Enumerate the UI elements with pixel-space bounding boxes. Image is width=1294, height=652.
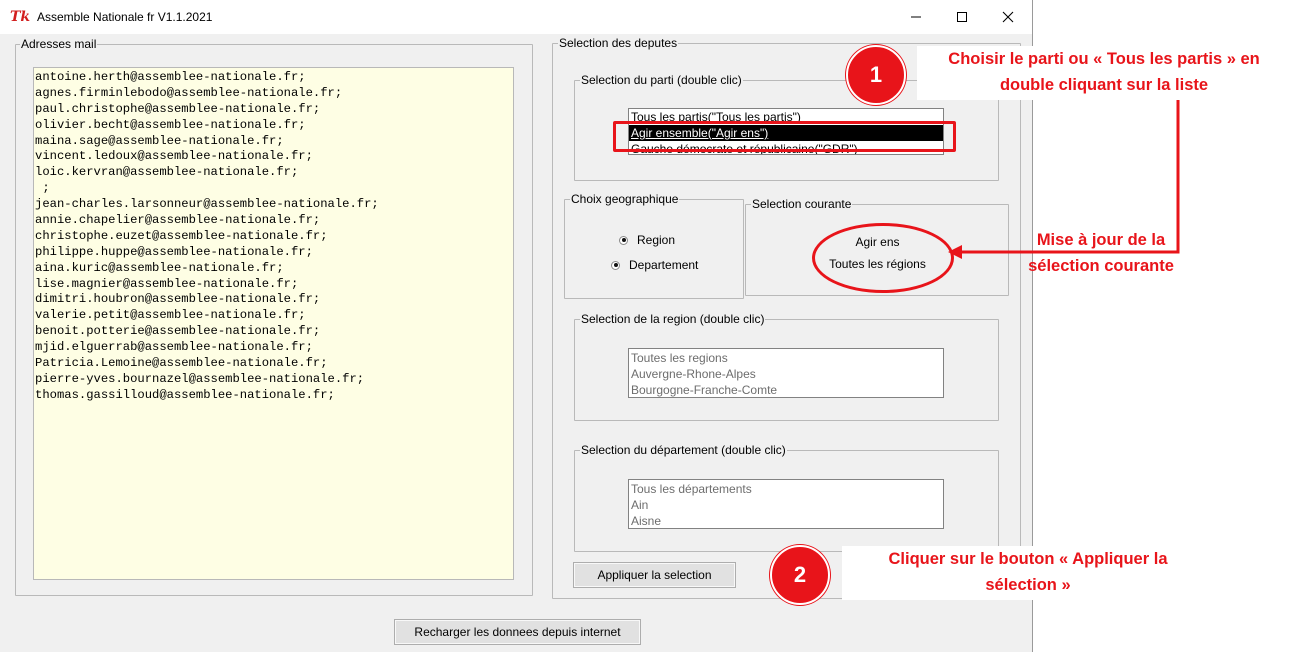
maximize-icon (957, 12, 967, 22)
arrow-head-icon (948, 245, 962, 259)
reload-data-button[interactable]: Recharger les donnees depuis internet (394, 619, 641, 645)
email-line: aina.kuric@assemblee-nationale.fr; (35, 260, 284, 275)
step2-text-line1: Cliquer sur le bouton « Appliquer la (888, 550, 1168, 568)
email-line: valerie.petit@assemblee-nationale.fr; (35, 308, 306, 323)
email-line: agnes.firminlebodo@assemblee-nationale.f… (35, 85, 343, 100)
radio-departement[interactable]: Departement (611, 258, 698, 272)
minimize-button[interactable] (893, 0, 939, 34)
emails-textarea[interactable]: antoine.herth@assemblee-nationale.fr; agn… (33, 67, 514, 580)
email-line: christophe.euzet@assemblee-nationale.fr; (35, 228, 328, 243)
region-listbox[interactable]: Toutes les regions Auvergne-Rhone-Alpes Bo… (628, 348, 944, 398)
selection-label: Selection des deputes (558, 36, 679, 50)
email-line: antoine.herth@assemblee-nationale.fr; (35, 70, 306, 84)
courante-label: Selection courante (751, 197, 853, 211)
arrow-line (962, 100, 1180, 254)
step2-badge: 2 (770, 545, 830, 605)
radio-region[interactable]: Region (619, 233, 675, 247)
radio-region-label: Region (637, 233, 676, 247)
region-label: Selection de la region (double clic) (580, 312, 766, 326)
email-line: Patricia.Lemoine@assemblee-nationale.fr; (35, 356, 328, 371)
step1-callout: Choisir le parti ou « Tous les partis » … (917, 46, 1291, 100)
listbox-item[interactable]: Aisne (629, 513, 943, 528)
tk-logo: Tk (10, 9, 31, 25)
email-line: paul.christophe@assemblee-nationale.fr; (35, 101, 321, 116)
listbox-item[interactable]: Toutes les regions (629, 350, 943, 366)
email-line: dimitri.houbron@assemblee-nationale.fr; (35, 292, 321, 307)
minimize-icon (911, 16, 921, 18)
email-line: thomas.gassilloud@assemblee-nationale.fr… (35, 387, 335, 402)
listbox-item[interactable]: Auvergne-Rhone-Alpes (629, 366, 943, 382)
email-line: maina.sage@assemblee-nationale.fr; (35, 133, 284, 148)
email-line: loic.kervran@assemblee-nationale.fr; (35, 165, 299, 180)
email-line: jean-charles.larsonneur@assemblee-nation… (35, 197, 379, 212)
departement-listbox[interactable]: Tous les départements Ain Aisne (628, 479, 944, 529)
emails-label: Adresses mail (20, 37, 98, 51)
close-icon (1002, 11, 1014, 23)
step1-text-line1: Choisir le parti ou « Tous les partis » … (948, 50, 1260, 68)
email-line: olivier.becht@assemblee-nationale.fr; (35, 117, 306, 132)
listbox-item[interactable]: Tous les départements (629, 481, 943, 497)
step1-badge: 1 (846, 45, 906, 105)
email-line: pierre-yves.bournazel@assemblee-national… (35, 371, 365, 386)
geo-groupbox (564, 199, 744, 299)
parti-label: Selection du parti (double clic) (580, 73, 743, 87)
annotation-highlight-box (613, 121, 956, 152)
geo-label: Choix geographique (570, 192, 680, 206)
email-line: philippe.huppe@assemblee-nationale.fr; (35, 244, 313, 259)
annotation-ellipse (812, 223, 954, 293)
radio-dot-icon (619, 235, 628, 245)
step2-text-line2: sélection » (985, 576, 1071, 594)
email-line: ; (35, 181, 50, 196)
annotation-arrow (948, 100, 1180, 259)
email-line: mjid.elguerrab@assemblee-nationale.fr; (35, 340, 313, 355)
title-bar: Tk Assemble Nationale fr V1.1.2021 (0, 0, 1032, 34)
step2-callout: Cliquer sur le bouton « Appliquer la sél… (842, 546, 1214, 600)
email-line: vincent.ledoux@assemblee-nationale.fr; (35, 149, 313, 164)
maximize-button[interactable] (939, 0, 985, 34)
radio-dot-icon (611, 260, 620, 270)
email-line: benoit.potterie@assemblee-nationale.fr; (35, 324, 321, 339)
radio-departement-label: Departement (629, 258, 699, 272)
listbox-item[interactable]: Bourgogne-Franche-Comte (629, 382, 943, 397)
email-line: annie.chapelier@assemblee-nationale.fr; (35, 213, 321, 228)
window-title: Assemble Nationale fr V1.1.2021 (37, 10, 213, 24)
departement-label: Selection du département (double clic) (580, 443, 787, 457)
apply-selection-button[interactable]: Appliquer la selection (573, 562, 736, 588)
listbox-item[interactable]: Ain (629, 497, 943, 513)
email-line: lise.magnier@assemblee-nationale.fr; (35, 276, 299, 291)
close-button[interactable] (985, 0, 1031, 34)
